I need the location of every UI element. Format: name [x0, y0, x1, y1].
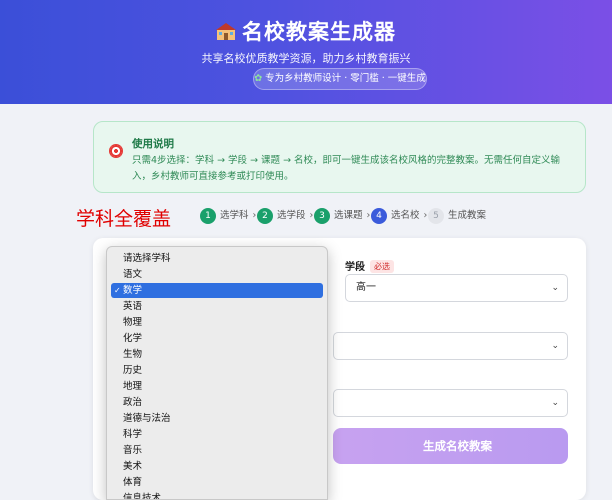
school-select[interactable]: ⌄ — [333, 389, 568, 417]
stage-label-text: 学段 — [345, 262, 365, 273]
step-number: 2 — [257, 208, 273, 224]
dropdown-option[interactable]: 物理 — [111, 315, 323, 330]
dropdown-option[interactable]: 体育 — [111, 475, 323, 490]
chevron-right-icon: › — [252, 210, 257, 221]
required-badge: 必选 — [370, 260, 394, 273]
app-title: 名校教案生成器 — [0, 16, 612, 46]
header-banner: 名校教案生成器 共享名校优质教学资源，助力乡村教育振兴 ✿ 专为乡村教师设计 · … — [0, 0, 612, 104]
dropdown-option-label: 数学 — [123, 285, 143, 296]
dropdown-option[interactable]: 信息技术 — [111, 491, 323, 499]
stage-label: 学段 必选 — [345, 258, 394, 273]
dropdown-option[interactable]: 政治 — [111, 395, 323, 410]
step-number: 5 — [428, 208, 444, 224]
step-2: 2 选学段 › — [257, 208, 313, 224]
chevron-right-icon: › — [366, 210, 371, 221]
stage-select[interactable]: 高一 ⌄ — [345, 274, 568, 302]
step-label: 选课题 — [334, 210, 363, 221]
school-icon — [216, 23, 236, 40]
dropdown-option[interactable]: 道德与法治 — [111, 411, 323, 426]
step-4: 4 选名校 › — [371, 208, 427, 224]
dropdown-option[interactable]: 化学 — [111, 331, 323, 346]
dropdown-option[interactable]: 科学 — [111, 427, 323, 442]
step-number: 3 — [314, 208, 330, 224]
instructions-box: 使用说明 只需4步选择：学科 → 学段 → 课题 → 名校，即可一键生成该名校风… — [93, 121, 586, 193]
dropdown-option-selected[interactable]: ✓ 数学 — [111, 283, 323, 298]
feature-pill: ✿ 专为乡村教师设计 · 零门槛 · 一键生成 — [253, 68, 427, 90]
step-3: 3 选课题 › — [314, 208, 370, 224]
dropdown-option[interactable]: 音乐 — [111, 443, 323, 458]
app-title-text: 名校教案生成器 — [242, 20, 396, 44]
chevron-down-icon: ⌄ — [551, 341, 559, 351]
target-icon — [109, 144, 123, 158]
subject-dropdown-list[interactable]: 请选择学科 语文 ✓ 数学 英语 物理 化学 生物 历史 地理 政治 道德与法治 … — [106, 246, 328, 500]
annotation-label: 学科全覆盖 — [76, 208, 172, 230]
feature-pill-text: 专为乡村教师设计 · 零门槛 · 一键生成 — [265, 73, 426, 84]
dropdown-option[interactable]: 请选择学科 — [111, 251, 323, 266]
dropdown-option[interactable]: 英语 — [111, 299, 323, 314]
app-subtitle: 共享名校优质教学资源，助力乡村教育振兴 — [201, 52, 411, 65]
chevron-down-icon: ⌄ — [551, 398, 559, 408]
dropdown-option[interactable]: 美术 — [111, 459, 323, 474]
chevron-right-icon: › — [309, 210, 314, 221]
chevron-right-icon: › — [423, 210, 428, 221]
step-label: 选名校 — [391, 210, 420, 221]
generate-button[interactable]: 生成名校教案 — [333, 428, 568, 464]
sprout-icon: ✿ — [254, 73, 263, 84]
step-label: 选学段 — [277, 210, 306, 221]
topic-select[interactable]: ⌄ — [333, 332, 568, 360]
checkmark-icon: ✓ — [114, 286, 121, 295]
instructions-title: 使用说明 — [132, 138, 174, 150]
chevron-down-icon: ⌄ — [551, 283, 559, 293]
dropdown-option[interactable]: 地理 — [111, 379, 323, 394]
dropdown-option[interactable]: 语文 — [111, 267, 323, 282]
dropdown-option[interactable]: 历史 — [111, 363, 323, 378]
step-number: 4 — [371, 208, 387, 224]
step-label: 生成教案 — [448, 210, 487, 221]
step-5: 5 生成教案 — [428, 208, 486, 224]
step-label: 选学科 — [220, 210, 249, 221]
dropdown-option[interactable]: 生物 — [111, 347, 323, 362]
stage-select-value: 高一 — [356, 282, 376, 293]
step-1: 1 选学科 › — [200, 208, 256, 224]
instructions-text: 只需4步选择：学科 → 学段 → 课题 → 名校，即可一键生成该名校风格的完整教… — [132, 155, 561, 182]
step-number: 1 — [200, 208, 216, 224]
